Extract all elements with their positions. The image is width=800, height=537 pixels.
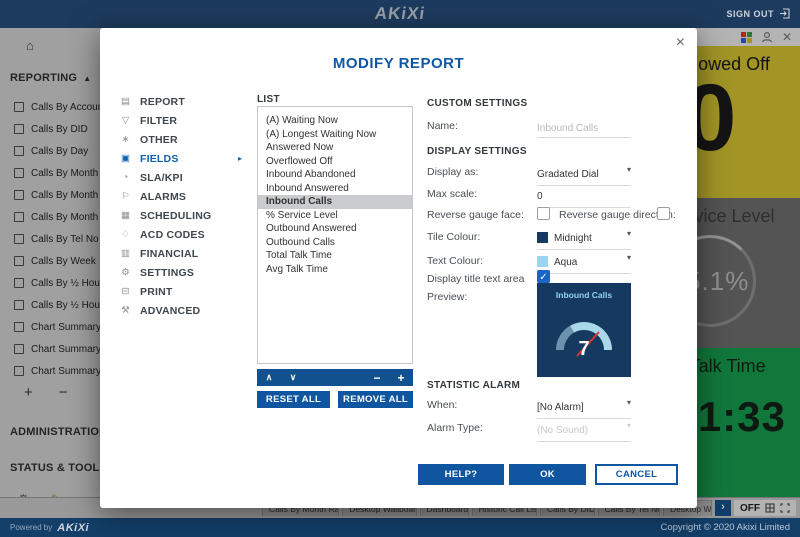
tile-colour-select[interactable]: Midnight ▾ <box>537 228 631 250</box>
list-item-selected[interactable]: Inbound Calls <box>258 195 412 209</box>
when-select[interactable]: [No Alarm] ▾ <box>537 397 631 419</box>
chevron-down-icon: ▾ <box>627 229 631 238</box>
help-button[interactable]: HELP? <box>418 464 504 485</box>
tile-colour-label: Tile Colour: <box>427 231 480 243</box>
filter-icon: ▽ <box>120 115 131 126</box>
advanced-icon: ⚒ <box>120 305 131 316</box>
name-input[interactable] <box>537 123 631 138</box>
preview-label: Preview: <box>427 291 467 303</box>
footer: Powered by AKiXi Copyright © 2020 Akixi … <box>0 518 800 537</box>
sla-kpi-icon: ◔ <box>120 172 131 183</box>
list-item[interactable]: Inbound Answered <box>258 182 412 196</box>
display-title-label: Display title text area <box>427 273 524 285</box>
list-item[interactable]: Outbound Calls <box>258 236 412 250</box>
name-label: Name: <box>427 120 458 132</box>
statistic-alarm-heading: STATISTIC ALARM <box>427 380 520 391</box>
text-colour-select[interactable]: Aqua ▾ <box>537 252 631 274</box>
menu-item-report[interactable]: ▤REPORT <box>120 92 250 111</box>
remove-all-button[interactable]: REMOVE ALL <box>338 391 413 408</box>
reset-all-button[interactable]: RESET ALL <box>257 391 330 408</box>
list-item[interactable]: (A) Waiting Now <box>258 114 412 128</box>
menu-item-filter[interactable]: ▽FILTER <box>120 111 250 130</box>
list-item[interactable]: Answered Now <box>258 141 412 155</box>
menu-item-other[interactable]: ∗OTHER <box>120 130 250 149</box>
reverse-direction-checkbox[interactable] <box>657 207 670 220</box>
cancel-button[interactable]: CANCEL <box>595 464 678 485</box>
list-item[interactable]: % Service Level <box>258 209 412 223</box>
ok-button[interactable]: OK <box>509 464 586 485</box>
max-scale-input[interactable]: 0 <box>537 186 631 208</box>
fields-list[interactable]: (A) Waiting Now (A) Longest Waiting Now … <box>257 106 413 364</box>
max-scale-label: Max scale: <box>427 188 477 200</box>
reverse-face-label: Reverse gauge face: <box>427 209 524 221</box>
top-bar: AKiXi SIGN OUT <box>0 0 800 28</box>
remove-field-button[interactable]: − <box>365 371 389 385</box>
dialog-menu: ▤REPORT ▽FILTER ∗OTHER ▣FIELDS▸ ◔SLA/KPI… <box>120 92 250 320</box>
preview-tile: Inbound Calls 7 <box>537 283 631 377</box>
akixi-footer-logo: AKiXi <box>57 522 89 534</box>
menu-item-acd-codes[interactable]: ♢ACD CODES <box>120 225 250 244</box>
alarm-type-label: Alarm Type: <box>427 422 483 434</box>
list-item[interactable]: Outbound Answered <box>258 222 412 236</box>
list-item[interactable]: (A) Longest Waiting Now <box>258 128 412 142</box>
menu-item-print[interactable]: ⊟PRINT <box>120 282 250 301</box>
sign-out-icon <box>779 8 790 19</box>
menu-item-settings[interactable]: ⚙SETTINGS <box>120 263 250 282</box>
gauge-value: 7 <box>578 338 589 360</box>
screen: ⌂ REPORTING ▲ Calls By Account Calls By … <box>0 0 800 537</box>
menu-item-fields[interactable]: ▣FIELDS▸ <box>120 149 250 168</box>
dialog-title: MODIFY REPORT <box>100 55 697 72</box>
menu-item-advanced[interactable]: ⚒ADVANCED <box>120 301 250 320</box>
chevron-down-icon: ▾ <box>627 253 631 262</box>
menu-item-sla-kpi[interactable]: ◔SLA/KPI <box>120 168 250 187</box>
fields-icon: ▣ <box>120 153 131 164</box>
chevron-down-icon: ▾ <box>627 421 631 430</box>
gradated-dial-gauge: 7 <box>544 306 624 360</box>
move-down-button[interactable]: ∨ <box>281 372 305 383</box>
list-item[interactable]: Overflowed Off <box>258 155 412 169</box>
submenu-arrow-icon: ▸ <box>238 154 242 163</box>
add-field-button[interactable]: + <box>389 371 413 385</box>
display-as-label: Display as: <box>427 166 478 178</box>
display-settings-heading: DISPLAY SETTINGS <box>427 146 527 157</box>
aqua-swatch <box>537 256 548 267</box>
report-icon: ▤ <box>120 96 131 107</box>
list-item[interactable]: Inbound Abandoned <box>258 168 412 182</box>
list-item[interactable]: Avg Talk Time <box>258 263 412 277</box>
menu-item-scheduling[interactable]: ▦SCHEDULING <box>120 206 250 225</box>
when-label: When: <box>427 399 457 411</box>
modify-report-dialog: × MODIFY REPORT ▤REPORT ▽FILTER ∗OTHER ▣… <box>100 28 697 508</box>
reverse-face-checkbox[interactable] <box>537 207 550 220</box>
chevron-down-icon: ▾ <box>627 398 631 407</box>
preview-title: Inbound Calls <box>537 283 631 300</box>
list-item[interactable]: Total Talk Time <box>258 249 412 263</box>
print-icon: ⊟ <box>120 286 131 297</box>
menu-item-alarms[interactable]: ⚐ALARMS <box>120 187 250 206</box>
other-icon: ∗ <box>120 134 131 145</box>
list-label: LIST <box>257 94 280 105</box>
move-up-button[interactable]: ∧ <box>257 372 281 383</box>
akixi-logo: AKiXi <box>373 4 426 24</box>
display-title-checkbox[interactable]: ✓ <box>537 270 550 283</box>
alarms-icon: ⚐ <box>120 191 131 202</box>
scheduling-icon: ▦ <box>120 210 131 221</box>
midnight-swatch <box>537 232 548 243</box>
menu-item-financial[interactable]: ▥FINANCIAL <box>120 244 250 263</box>
list-toolbar: ∧ ∨ − + <box>257 369 413 386</box>
custom-settings-heading: CUSTOM SETTINGS <box>427 98 527 109</box>
sign-out-button[interactable]: SIGN OUT <box>726 8 790 19</box>
alarm-type-select: (No Sound) ▾ <box>537 420 631 442</box>
settings-icon: ⚙ <box>120 267 131 278</box>
acd-codes-icon: ♢ <box>120 229 131 240</box>
powered-by-label: Powered by <box>10 523 52 532</box>
chevron-down-icon: ▾ <box>627 165 631 174</box>
financial-icon: ▥ <box>120 248 131 259</box>
copyright-text: Copyright © 2020 Akixi Limited <box>660 522 790 533</box>
display-as-select[interactable]: Gradated Dial ▾ <box>537 164 631 186</box>
text-colour-label: Text Colour: <box>427 255 483 267</box>
close-icon[interactable]: × <box>676 35 685 51</box>
